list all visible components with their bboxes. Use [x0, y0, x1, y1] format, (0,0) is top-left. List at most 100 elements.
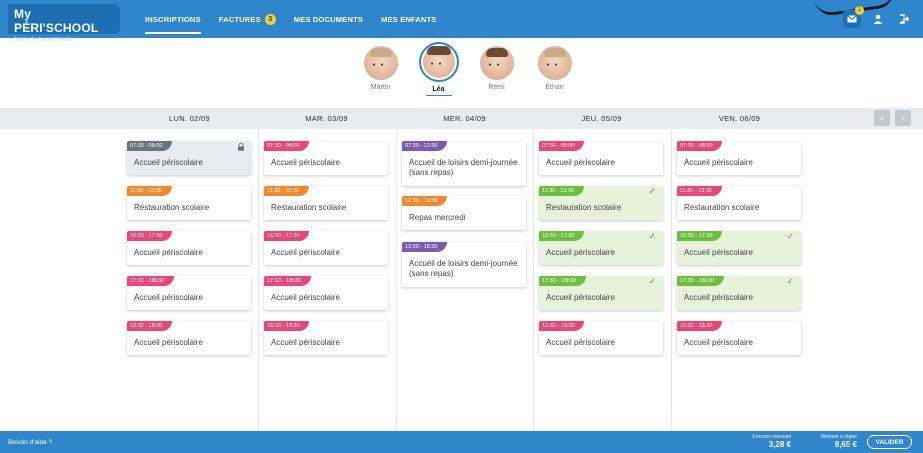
- activity-card[interactable]: 17:30 - 18h30 Accueil périscolaire: [264, 276, 388, 310]
- activity-card[interactable]: 11:30 - 13:30 Restauration scolaire: [127, 186, 251, 220]
- amount-due-label: Montant à régler: [820, 434, 857, 440]
- activity-label: Accueil périscolaire: [684, 293, 753, 302]
- monthly-balance-value: 3,28 €: [768, 440, 791, 449]
- time-slot-tag: 16:30 - 18:30: [127, 321, 173, 331]
- check-icon: ✓: [786, 276, 794, 286]
- check-icon: ✓: [648, 186, 656, 196]
- activity-card[interactable]: 17:30 - 18h30 Accueil périscolaire ✓: [677, 276, 801, 310]
- brand-title: My PÉRI'SCHOOL: [14, 7, 99, 35]
- main-nav: INSCRIPTIONS FACTURES 3 MES DOCUMENTS MES…: [145, 0, 437, 38]
- child-martin[interactable]: ●● Martin: [361, 42, 401, 104]
- activity-card[interactable]: 16:30 - 17:30 Accueil périscolaire ✓: [539, 231, 663, 265]
- activity-card[interactable]: 13:30 - 18:30 Accueil de loisirs demi-jou…: [402, 242, 526, 287]
- time-slot-tag: 16:30 - 17:30: [264, 231, 310, 241]
- activity-label: Restauration scolaire: [546, 203, 622, 212]
- activity-label: Accueil de loisirs demi-journée (sans re…: [409, 158, 518, 177]
- child-avatar: ●●: [418, 42, 459, 82]
- child-ethan[interactable]: ●● Éthan: [535, 42, 575, 104]
- mail-icon[interactable]: 1: [843, 6, 864, 28]
- time-slot-tag: 07:30 - 12:30: [402, 141, 448, 151]
- top-navbar: My PÉRI'SCHOOL Nom de la commune INSCRIP…: [0, 0, 923, 43]
- child-name: Rémi: [488, 84, 505, 91]
- activity-card[interactable]: 07:30 - 08:00 Accueil périscolaire: [264, 141, 388, 175]
- activity-card[interactable]: 16:30 - 18:30 Accueil périscolaire: [264, 321, 388, 355]
- nav-label: MES DOCUMENTS: [293, 14, 364, 24]
- validate-button[interactable]: VALIDER: [867, 435, 912, 449]
- time-slot-tag: 16:30 - 18:30: [539, 321, 585, 331]
- user-icon[interactable]: [869, 10, 887, 28]
- factures-badge: 3: [264, 13, 276, 25]
- nav-inscriptions[interactable]: INSCRIPTIONS: [145, 0, 201, 38]
- child-lea[interactable]: ●● Léa: [418, 42, 459, 104]
- activity-label: Accueil de loisirs demi-journée (sans re…: [409, 259, 518, 278]
- time-slot-tag: 13:30 - 18:30: [402, 242, 448, 252]
- help-link[interactable]: Besoin d'aide ?: [8, 431, 52, 453]
- nav-factures[interactable]: FACTURES 3: [219, 0, 276, 38]
- activity-label: Restauration scolaire: [134, 203, 210, 212]
- check-icon: ✓: [648, 231, 656, 241]
- child-avatar: ●●: [363, 46, 398, 80]
- day-header: LUN. 02/09 MAR. 03/09 MER. 04/09 JEU. 05…: [0, 108, 923, 129]
- time-slot-tag: 17:30 - 18h30: [127, 276, 174, 286]
- day-label-tuesday: MAR. 03/09: [305, 114, 348, 123]
- activity-label: Accueil périscolaire: [684, 248, 753, 257]
- time-slot-tag: 07:30 - 08:00: [127, 141, 173, 151]
- activity-card[interactable]: 16:30 - 17:30 Accueil périscolaire: [127, 231, 251, 265]
- column-divider: [533, 129, 534, 431]
- activity-label: Accueil périscolaire: [271, 248, 340, 257]
- activity-label: Accueil périscolaire: [684, 338, 753, 347]
- monthly-balance: Encours mensuel 3,28 €: [752, 434, 791, 449]
- brand-logo[interactable]: My PÉRI'SCHOOL Nom de la commune: [8, 4, 120, 43]
- logout-icon[interactable]: [895, 10, 913, 28]
- time-slot-tag: 16:30 - 17:30: [127, 231, 173, 241]
- activity-card[interactable]: 07:30 - 12:30 Accueil de loisirs demi-jou…: [402, 141, 526, 186]
- activity-label: Accueil périscolaire: [134, 158, 203, 167]
- activity-card[interactable]: 11:30 - 13:30 Restauration scolaire ✓: [539, 186, 663, 220]
- time-slot-tag: 16:30 - 17:30: [677, 231, 723, 241]
- previous-week-button[interactable]: ‹: [874, 110, 890, 126]
- column-divider: [671, 129, 672, 431]
- time-slot-tag: 07:30 - 08:00: [264, 141, 310, 151]
- child-remi[interactable]: ●● Rémi: [477, 42, 517, 104]
- monthly-balance-label: Encours mensuel: [752, 434, 791, 440]
- activity-card[interactable]: 07:30 - 08:00 Accueil périscolaire: [127, 141, 251, 175]
- time-slot-tag: 17:30 - 18h30: [677, 276, 724, 286]
- child-name: Éthan: [545, 84, 564, 91]
- child-name: Martin: [370, 84, 391, 91]
- time-slot-tag: 07:30 - 08:00: [539, 141, 585, 151]
- top-icons: 1: [843, 0, 913, 38]
- child-avatar: ●●: [537, 46, 572, 80]
- time-slot-tag: 11:30 - 13:30: [539, 186, 585, 196]
- activity-label: Accueil périscolaire: [271, 338, 340, 347]
- time-slot-tag: 12:30 - 13:30: [402, 196, 448, 206]
- column-divider: [396, 129, 397, 431]
- activity-label: Accueil périscolaire: [271, 293, 340, 302]
- activity-label: Accueil périscolaire: [134, 293, 203, 302]
- activity-card[interactable]: 11:30 - 13:30 Restauration scolaire: [264, 186, 388, 220]
- column-divider: [258, 129, 259, 431]
- check-icon: ✓: [786, 231, 794, 241]
- time-slot-tag: 17:30 - 18h30: [539, 276, 586, 286]
- activity-card[interactable]: 11:30 - 13:30 Restauration scolaire: [677, 186, 801, 220]
- activity-card[interactable]: 17:30 - 18h30 Accueil périscolaire ✓: [539, 276, 663, 310]
- activity-label: Accueil périscolaire: [546, 248, 615, 257]
- nav-label: FACTURES: [218, 14, 261, 24]
- nav-mes-enfants[interactable]: MES ENFANTS: [381, 0, 437, 38]
- nav-label: INSCRIPTIONS: [145, 14, 201, 24]
- activity-card[interactable]: 07:30 - 08:00 Accueil périscolaire: [539, 141, 663, 175]
- activity-card[interactable]: 16:30 - 17:30 Accueil périscolaire ✓: [677, 231, 801, 265]
- activity-card[interactable]: 07:30 - 08:00 Accueil périscolaire: [677, 141, 801, 175]
- amount-due: Montant à régler 8,65 €: [821, 434, 857, 449]
- activity-card[interactable]: 16:30 - 17:30 Accueil périscolaire: [264, 231, 388, 265]
- activity-label: Accueil périscolaire: [546, 338, 615, 347]
- activity-card[interactable]: 16:30 - 18:30 Accueil périscolaire: [539, 321, 663, 355]
- next-week-button[interactable]: ›: [895, 110, 911, 126]
- activity-card[interactable]: 17:30 - 18h30 Accueil périscolaire: [127, 276, 251, 310]
- time-slot-tag: 16:30 - 18:30: [677, 321, 723, 331]
- nav-mes-documents[interactable]: MES DOCUMENTS: [294, 0, 363, 38]
- time-slot-tag: 11:30 - 13:30: [677, 186, 723, 196]
- activity-card[interactable]: 16:30 - 18:30 Accueil périscolaire: [677, 321, 801, 355]
- activity-label: Restauration scolaire: [271, 203, 347, 212]
- activity-card[interactable]: 12:30 - 13:30 Repas mercredi: [402, 196, 526, 230]
- activity-card[interactable]: 16:30 - 18:30 Accueil périscolaire: [127, 321, 251, 355]
